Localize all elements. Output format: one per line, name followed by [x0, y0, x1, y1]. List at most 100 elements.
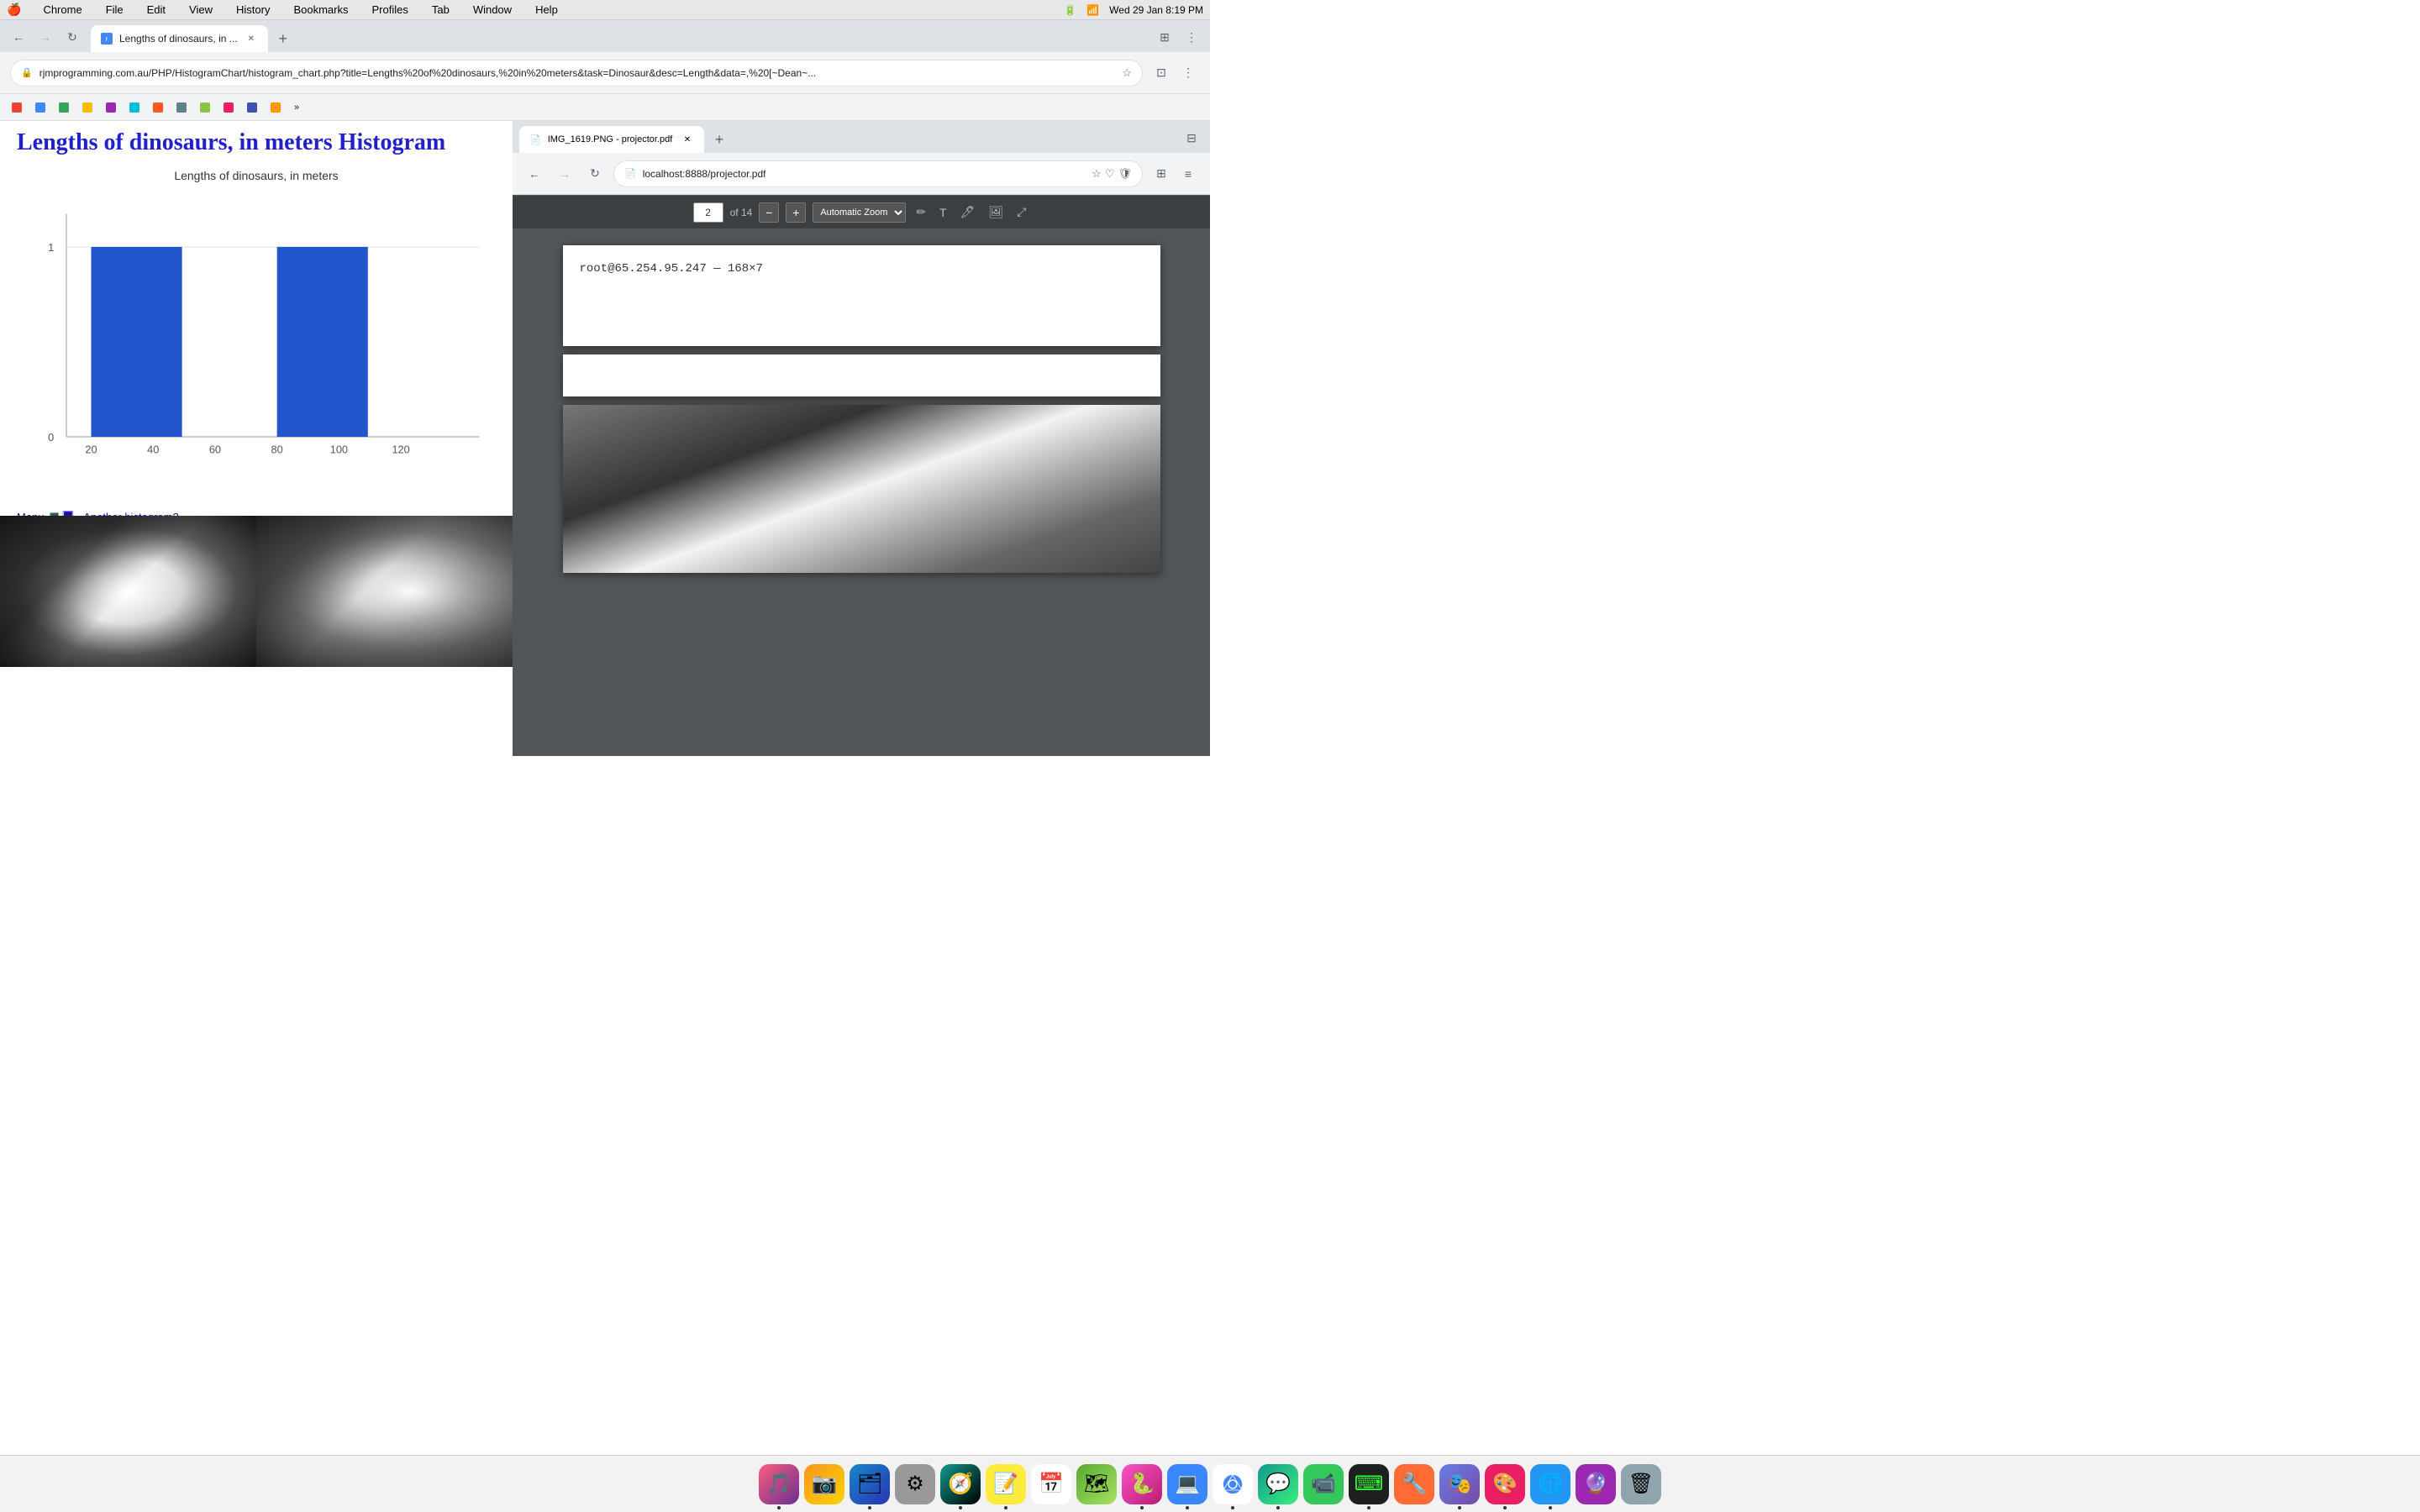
dock-music[interactable]: 🎵 — [759, 1464, 799, 1504]
bookmark-more[interactable]: » — [289, 100, 304, 115]
menu-bar-right: 🔋 📶 Wed 29 Jan 8:19 PM — [1064, 4, 1203, 16]
menu-file[interactable]: File — [101, 2, 129, 18]
bookmark-3[interactable] — [54, 100, 74, 115]
pdf-expand-tool[interactable]: ⤢ — [1013, 202, 1029, 223]
dock-finder[interactable]: 🗂 — [850, 1464, 890, 1504]
bookmark-1[interactable] — [7, 100, 27, 115]
toolbar-icons: ⊡ ⋮ — [1150, 61, 1200, 85]
pdf-image-tool[interactable]: 🖼 — [985, 202, 1007, 223]
menu-view[interactable]: View — [184, 2, 218, 18]
pdf-zoom-select[interactable]: Automatic Zoom 50% 75% 100% — [813, 202, 906, 223]
bookmark-8[interactable] — [171, 100, 192, 115]
pdf-address-bar: ← → ↻ 📄 localhost:8888/projector.pdf ☆ ♡… — [513, 153, 1210, 195]
pdf-page-number-input[interactable] — [693, 202, 723, 223]
dock-maps[interactable]: 🗺 — [1076, 1464, 1117, 1504]
pdf-toolbar-menu[interactable]: ≡ — [1176, 162, 1200, 186]
dock-safari[interactable]: 🧭 — [940, 1464, 981, 1504]
overflow-menu-icon[interactable]: ⋮ — [1176, 61, 1200, 85]
extensions-toolbar-icon[interactable]: ⊡ — [1150, 61, 1173, 85]
main-content: Lengths of dinosaurs, in meters Histogra… — [0, 121, 1210, 756]
url-icons: ☆ — [1122, 66, 1132, 80]
pdf-window-collapse[interactable]: ⊟ — [1180, 126, 1203, 150]
pdf-draw-tool[interactable]: ✏ — [913, 202, 929, 223]
bookmark-9[interactable] — [195, 100, 215, 115]
refresh-button[interactable]: ↻ — [60, 25, 84, 49]
pdf-refresh-button[interactable]: ↻ — [583, 162, 607, 186]
bookmark-11[interactable] — [242, 100, 262, 115]
svg-text:1: 1 — [48, 241, 54, 254]
address-bar: 🔒 rjmprogramming.com.au/PHP/HistogramCha… — [0, 52, 1210, 94]
bookmark-6[interactable] — [124, 100, 145, 115]
menu-bookmarks[interactable]: Bookmarks — [288, 2, 353, 18]
dock-app6[interactable]: 🌐 — [1530, 1464, 1570, 1504]
dock-app7[interactable]: 🔮 — [1576, 1464, 1616, 1504]
dock-app1[interactable]: 🐍 — [1122, 1464, 1162, 1504]
pdf-favicon-icon: 📄 — [624, 168, 636, 179]
back-button[interactable]: ← — [7, 25, 30, 49]
pdf-forward-button[interactable]: → — [553, 162, 576, 186]
menu-history[interactable]: History — [231, 2, 275, 18]
menu-icon[interactable]: ⋮ — [1180, 25, 1203, 49]
pdf-tab[interactable]: 📄 IMG_1619.PNG - projector.pdf ✕ — [519, 126, 704, 153]
tab-close-button[interactable]: ✕ — [245, 32, 258, 45]
datetime: Wed 29 Jan 8:19 PM — [1109, 4, 1203, 16]
url-bar[interactable]: 🔒 rjmprogramming.com.au/PHP/HistogramCha… — [10, 60, 1143, 87]
pdf-page-total: of 14 — [730, 207, 753, 218]
forward-button[interactable]: → — [34, 25, 57, 49]
bookmark-5[interactable] — [101, 100, 121, 115]
tab-bar: ← → ↻ r Lengths of dinosaurs, in ... ✕ +… — [0, 20, 1210, 52]
svg-text:40: 40 — [147, 444, 159, 456]
bookmark-2[interactable] — [30, 100, 50, 115]
menu-chrome[interactable]: Chrome — [38, 2, 87, 18]
pdf-shield-icon[interactable]: 🛡 — [1118, 167, 1132, 181]
svg-text:100: 100 — [330, 444, 348, 456]
bookmark-7[interactable] — [148, 100, 168, 115]
pdf-highlight-tool[interactable]: 🖊 — [957, 202, 979, 223]
pdf-zoom-in-button[interactable]: + — [786, 202, 806, 223]
apple-logo[interactable]: 🍎 — [7, 3, 21, 17]
dock-app5[interactable]: 🎨 — [1485, 1464, 1525, 1504]
dock-app3[interactable]: 🔧 — [1394, 1464, 1434, 1504]
pdf-bookmark-icon[interactable]: ☆ — [1092, 167, 1102, 181]
pdf-heart-icon[interactable]: ♡ — [1105, 167, 1115, 181]
pdf-back-button[interactable]: ← — [523, 162, 546, 186]
menu-tab[interactable]: Tab — [427, 2, 455, 18]
dock-notes[interactable]: 📝 — [986, 1464, 1026, 1504]
menu-profiles[interactable]: Profiles — [366, 2, 413, 18]
pdf-url-bar[interactable]: 📄 localhost:8888/projector.pdf ☆ ♡ 🛡 — [613, 160, 1143, 187]
pdf-content[interactable]: root@65.254.95.247 — 168×7 — [513, 228, 1210, 756]
pdf-toolbar-ext[interactable]: ⊞ — [1150, 162, 1173, 186]
dock-calendar[interactable]: 📅 — [1031, 1464, 1071, 1504]
bookmark-star-icon[interactable]: ☆ — [1122, 66, 1132, 80]
bookmark-12[interactable] — [266, 100, 286, 115]
image-strip — [0, 516, 513, 667]
svg-text:0: 0 — [48, 431, 54, 444]
pdf-icon: 📄 — [529, 134, 541, 145]
extensions-icon[interactable]: ⊞ — [1153, 25, 1176, 49]
dock-photos[interactable]: 📷 — [804, 1464, 844, 1504]
terminal-text: root@65.254.95.247 — 168×7 — [580, 262, 1144, 276]
chart-area: 0 1 20 40 60 80 100 120 — [17, 191, 504, 493]
menu-edit[interactable]: Edit — [142, 2, 171, 18]
dock-chrome[interactable] — [1213, 1464, 1253, 1504]
dock-app2[interactable]: 💻 — [1167, 1464, 1207, 1504]
new-tab-button[interactable]: + — [271, 27, 295, 50]
svg-text:20: 20 — [85, 444, 97, 456]
dock-messages[interactable]: 💬 — [1258, 1464, 1298, 1504]
menu-window[interactable]: Window — [468, 2, 517, 18]
pdf-tab-close-button[interactable]: ✕ — [681, 133, 694, 146]
dock-facetime[interactable]: 📹 — [1303, 1464, 1344, 1504]
bookmark-10[interactable] — [218, 100, 239, 115]
dock-settings[interactable]: ⚙ — [895, 1464, 935, 1504]
dock-app4[interactable]: 🎭 — [1439, 1464, 1480, 1504]
bookmark-4[interactable] — [77, 100, 97, 115]
main-tab[interactable]: r Lengths of dinosaurs, in ... ✕ — [91, 25, 268, 52]
menu-help[interactable]: Help — [530, 2, 563, 18]
page-title: Lengths of dinosaurs, in meters Histogra… — [17, 129, 496, 156]
dock-terminal[interactable]: ⌨ — [1349, 1464, 1389, 1504]
pdf-zoom-out-button[interactable]: − — [759, 202, 779, 223]
pdf-tab-title: IMG_1619.PNG - projector.pdf — [548, 134, 674, 144]
pdf-text-tool[interactable]: T — [936, 202, 950, 223]
pdf-new-tab-button[interactable]: + — [708, 128, 731, 151]
dock-trash[interactable]: 🗑 — [1621, 1464, 1661, 1504]
